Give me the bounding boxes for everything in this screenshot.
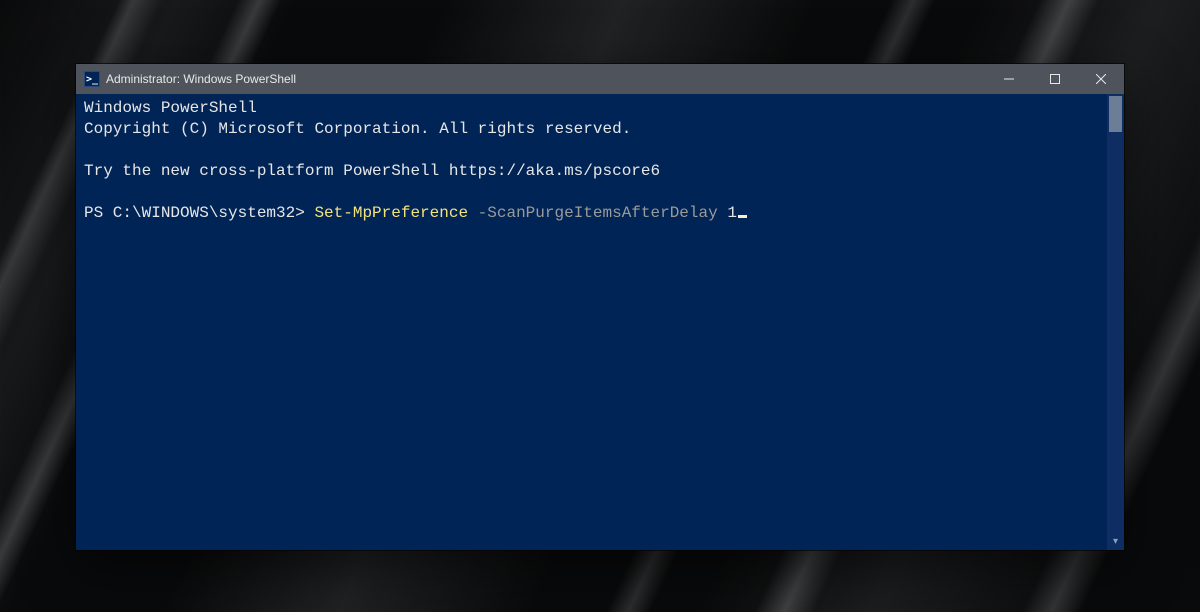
minimize-icon: [1004, 74, 1014, 84]
close-icon: [1096, 74, 1106, 84]
powershell-icon: >_: [84, 71, 100, 87]
console-line: Copyright (C) Microsoft Corporation. All…: [84, 120, 631, 138]
close-button[interactable]: [1078, 64, 1124, 94]
console-prompt: PS C:\WINDOWS\system32>: [84, 204, 314, 222]
vertical-scrollbar[interactable]: ▾: [1107, 94, 1124, 550]
titlebar[interactable]: >_ Administrator: Windows PowerShell: [76, 64, 1124, 94]
console-text: [468, 204, 478, 222]
maximize-icon: [1050, 74, 1060, 84]
powershell-window: >_ Administrator: Windows PowerShell Win…: [76, 64, 1124, 550]
scrollbar-arrow-down-icon[interactable]: ▾: [1107, 533, 1124, 550]
maximize-button[interactable]: [1032, 64, 1078, 94]
console-client-area[interactable]: Windows PowerShell Copyright (C) Microso…: [76, 94, 1124, 550]
scrollbar-thumb[interactable]: [1109, 96, 1122, 132]
window-title: Administrator: Windows PowerShell: [106, 72, 296, 86]
console-text: [718, 204, 728, 222]
console-line: Windows PowerShell: [84, 99, 257, 117]
console-output[interactable]: Windows PowerShell Copyright (C) Microso…: [84, 98, 1106, 544]
minimize-button[interactable]: [986, 64, 1032, 94]
console-cmdlet: Set-MpPreference: [314, 204, 468, 222]
text-cursor: [738, 215, 747, 218]
console-parameter: -ScanPurgeItemsAfterDelay: [478, 204, 718, 222]
console-line: Try the new cross-platform PowerShell ht…: [84, 162, 660, 180]
console-value: 1: [727, 204, 737, 222]
